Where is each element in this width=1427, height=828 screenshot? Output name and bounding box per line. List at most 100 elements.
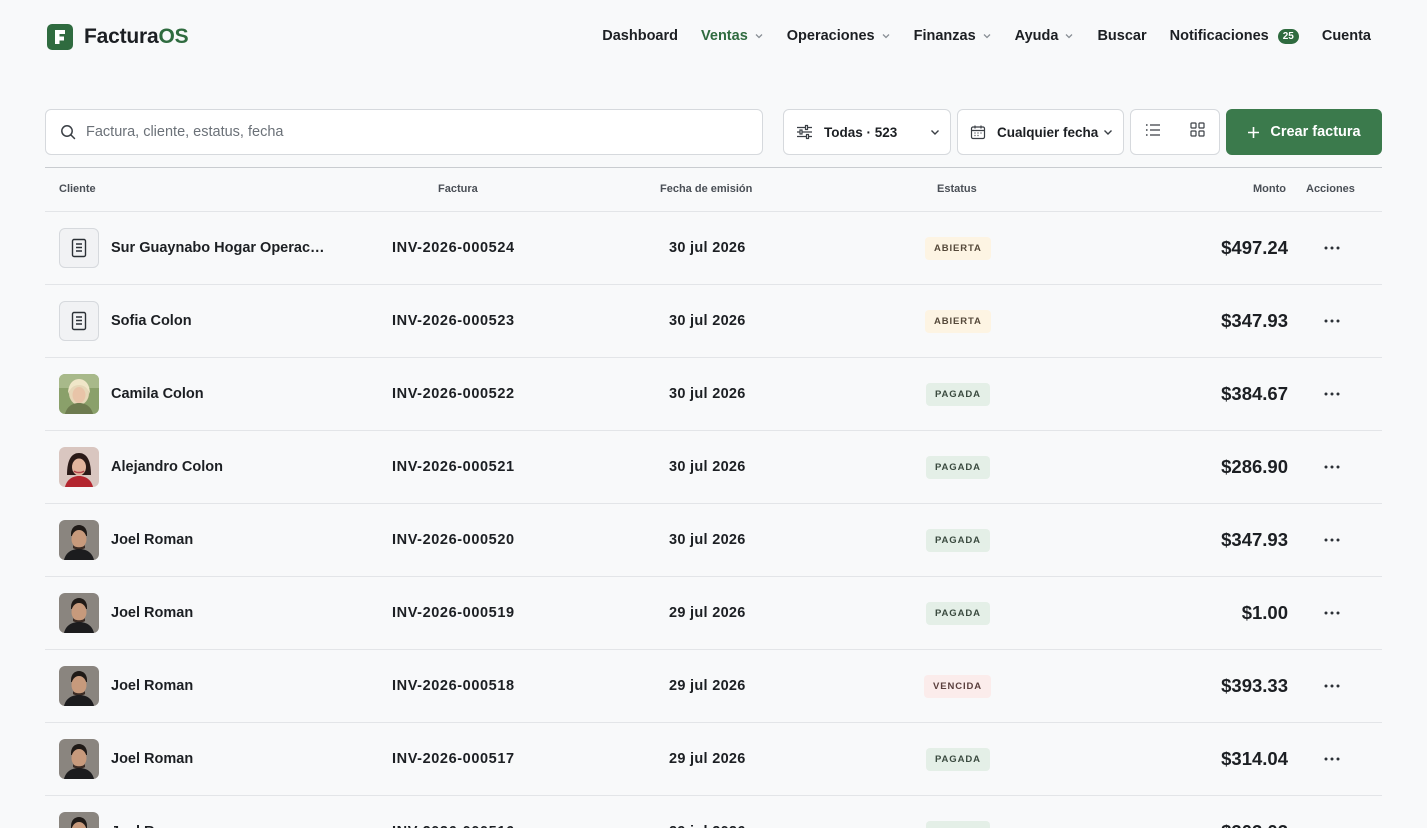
issue-date: 29 jul 2026 <box>669 678 746 694</box>
table-row[interactable]: Joel Roman INV-2026-000520 30 jul 2026 PAGA… <box>45 504 1382 577</box>
more-actions-icon[interactable] <box>1321 749 1343 769</box>
table-row[interactable]: Joel Roman INV-2026-000517 29 jul 2026 PAGA… <box>45 723 1382 796</box>
issue-date: 29 jul 2026 <box>669 751 746 767</box>
nav-operaciones[interactable]: Operaciones <box>787 28 891 44</box>
issue-date: 30 jul 2026 <box>669 459 746 475</box>
nav-buscar[interactable]: Buscar <box>1097 28 1146 44</box>
create-invoice-button[interactable]: Crear factura <box>1226 109 1382 155</box>
invoice-number[interactable]: INV-2026-000516 <box>392 824 515 828</box>
date-filter-dropdown[interactable]: Cualquier fecha <box>957 109 1124 155</box>
chevron-down-icon <box>881 31 891 41</box>
status-filter-dropdown[interactable]: Todas · 523 <box>783 109 951 155</box>
main-nav: Dashboard Ventas Operaciones Finanzas Ay… <box>579 28 1371 44</box>
invoices-table: Cliente Factura Fecha de emisión Estatus… <box>45 167 1382 828</box>
search-icon <box>60 124 76 140</box>
invoice-number[interactable]: INV-2026-000523 <box>392 313 515 329</box>
status-badge: ABIERTA <box>925 237 991 260</box>
invoice-amount: $303.03 <box>1221 821 1288 828</box>
plus-icon <box>1247 126 1260 139</box>
issue-date: 30 jul 2026 <box>669 240 746 256</box>
issue-date: 30 jul 2026 <box>669 386 746 402</box>
more-actions-icon[interactable] <box>1321 530 1343 550</box>
invoice-number[interactable]: INV-2026-000519 <box>392 605 515 621</box>
more-actions-icon[interactable] <box>1321 384 1343 404</box>
nav-cuenta[interactable]: Cuenta <box>1322 28 1371 44</box>
brand-name: FacturaOS <box>84 25 189 48</box>
status-badge: VENCIDA <box>924 675 992 698</box>
client-name[interactable]: Joel Roman <box>111 678 326 694</box>
chevron-down-icon <box>929 126 941 138</box>
status-badge: PAGADA <box>926 456 990 479</box>
invoice-number[interactable]: INV-2026-000518 <box>392 678 515 694</box>
invoice-number[interactable]: INV-2026-000524 <box>392 240 515 256</box>
invoice-amount: $497.24 <box>1221 237 1288 258</box>
client-name[interactable]: Sur Guaynabo Hogar Operacio... <box>111 240 326 256</box>
status-badge: PAGADA <box>926 602 990 625</box>
avatar <box>59 520 99 560</box>
chevron-down-icon <box>1102 126 1114 138</box>
column-header-estatus[interactable]: Estatus <box>937 183 977 195</box>
nav-dashboard[interactable]: Dashboard <box>602 28 678 44</box>
table-row[interactable]: Camila Colon INV-2026-000522 30 jul 2026 PA… <box>45 358 1382 431</box>
table-row[interactable]: Joel Roman INV-2026-000518 29 jul 2026 VENC… <box>45 650 1382 723</box>
table-row[interactable]: Joel Roman INV-2026-000519 29 jul 2026 PAGA… <box>45 577 1382 650</box>
column-header-cliente[interactable]: Cliente <box>59 183 96 195</box>
avatar <box>59 739 99 779</box>
invoice-amount: $286.90 <box>1221 456 1288 477</box>
calendar-icon <box>970 124 986 140</box>
table-row[interactable]: Sofia Colon INV-2026-000523 30 jul 2026 ABI… <box>45 285 1382 358</box>
column-header-monto[interactable]: Monto <box>1253 183 1286 195</box>
more-actions-icon[interactable] <box>1321 603 1343 623</box>
invoice-number[interactable]: INV-2026-000522 <box>392 386 515 402</box>
more-actions-icon[interactable] <box>1321 457 1343 477</box>
more-actions-icon[interactable] <box>1321 311 1343 331</box>
table-row[interactable]: Sur Guaynabo Hogar Operacio... INV-2026-0… <box>45 212 1382 285</box>
more-actions-icon[interactable] <box>1321 238 1343 258</box>
invoice-amount: $314.04 <box>1221 748 1288 769</box>
grid-view-button[interactable] <box>1175 110 1219 154</box>
nav-notificaciones[interactable]: Notificaciones 25 <box>1170 28 1299 44</box>
chevron-down-icon <box>982 31 992 41</box>
nav-ayuda[interactable]: Ayuda <box>1015 28 1075 44</box>
client-name[interactable]: Camila Colon <box>111 386 326 402</box>
table-row[interactable]: Joel Roman INV-2026-000516 29 jul 2026 PAGA… <box>45 796 1382 828</box>
brand-logo[interactable]: FacturaOS <box>47 24 189 50</box>
search-input[interactable] <box>86 124 726 140</box>
client-name[interactable]: Joel Roman <box>111 605 326 621</box>
avatar <box>59 374 99 414</box>
search-box[interactable] <box>45 109 763 155</box>
nav-finanzas[interactable]: Finanzas <box>914 28 992 44</box>
issue-date: 29 jul 2026 <box>669 605 746 621</box>
invoice-number[interactable]: INV-2026-000517 <box>392 751 515 767</box>
avatar <box>59 447 99 487</box>
list-icon <box>1145 123 1161 142</box>
document-icon <box>59 228 99 268</box>
status-badge: PAGADA <box>926 383 990 406</box>
client-name[interactable]: Sofia Colon <box>111 313 326 329</box>
invoice-number[interactable]: INV-2026-000521 <box>392 459 515 475</box>
avatar <box>59 593 99 633</box>
grid-icon <box>1189 122 1205 142</box>
invoice-amount: $384.67 <box>1221 383 1288 404</box>
create-invoice-label: Crear factura <box>1270 124 1361 140</box>
client-name[interactable]: Joel Roman <box>111 532 326 548</box>
client-name[interactable]: Joel Roman <box>111 824 326 828</box>
status-badge: PAGADA <box>926 748 990 771</box>
column-header-fecha[interactable]: Fecha de emisión <box>660 183 752 195</box>
status-filter-label: Todas · 523 <box>824 124 898 140</box>
issue-date: 29 jul 2026 <box>669 824 746 828</box>
more-actions-icon[interactable] <box>1321 822 1343 828</box>
invoice-amount: $1.00 <box>1241 602 1288 623</box>
status-badge: ABIERTA <box>925 310 991 333</box>
nav-ventas[interactable]: Ventas <box>701 28 764 44</box>
column-header-factura[interactable]: Factura <box>438 183 478 195</box>
table-row[interactable]: Alejandro Colon INV-2026-000521 30 jul 202… <box>45 431 1382 504</box>
top-bar: FacturaOS Dashboard Ventas Operaciones F… <box>0 0 1427 76</box>
client-name[interactable]: Joel Roman <box>111 751 326 767</box>
list-view-button[interactable] <box>1131 110 1175 154</box>
client-name[interactable]: Alejandro Colon <box>111 459 326 475</box>
more-actions-icon[interactable] <box>1321 676 1343 696</box>
column-header-acciones: Acciones <box>1306 183 1355 195</box>
invoice-number[interactable]: INV-2026-000520 <box>392 532 515 548</box>
chevron-down-icon <box>754 31 764 41</box>
